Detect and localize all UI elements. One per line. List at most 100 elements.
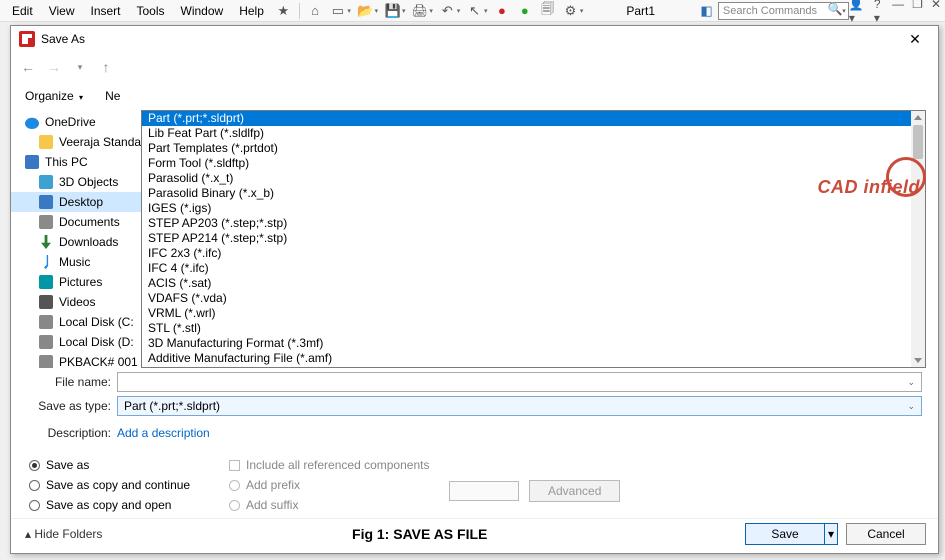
disk-icon: [39, 315, 53, 329]
radio-save-copy-continue[interactable]: Save as copy and continue: [29, 478, 229, 492]
menu-help[interactable]: Help: [231, 2, 272, 20]
nav-back-button[interactable]: ←: [17, 56, 39, 78]
tree-node[interactable]: Local Disk (D:: [11, 332, 141, 352]
save-button[interactable]: Save: [745, 523, 825, 545]
nav-up-button[interactable]: ↑: [95, 56, 117, 78]
file-name-label: File name:: [29, 375, 117, 389]
nav-history-button[interactable]: ▾: [69, 56, 91, 78]
minimize-icon[interactable]: —: [892, 0, 904, 25]
dl-icon: [39, 235, 53, 249]
file-type-option[interactable]: Additive Manufacturing File (*.amf): [142, 351, 925, 366]
prefix-suffix-input: [449, 481, 519, 501]
radio-add-suffix: Add suffix: [229, 498, 298, 512]
file-type-option[interactable]: STL (*.stl): [142, 321, 925, 336]
add-description-link[interactable]: Add a description: [117, 426, 210, 440]
save-icon[interactable]: 💾: [384, 2, 401, 20]
options-icon[interactable]: ⚙: [562, 2, 579, 20]
file-type-option[interactable]: Lib Feat Part (*.sldlfp): [142, 126, 925, 141]
save-as-type-label: Save as type:: [29, 399, 117, 413]
tree-node[interactable]: Pictures: [11, 272, 141, 292]
tree-node[interactable]: Downloads: [11, 232, 141, 252]
file-type-option[interactable]: IGES (*.igs): [142, 201, 925, 216]
nav-bar: ← → ▾ ↑: [11, 52, 938, 82]
file-type-option[interactable]: Form Tool (*.sldftp): [142, 156, 925, 171]
star-icon[interactable]: ★: [275, 2, 292, 20]
file-type-option[interactable]: ACIS (*.sat): [142, 276, 925, 291]
file-type-option[interactable]: IFC 2x3 (*.ifc): [142, 246, 925, 261]
undo-icon[interactable]: ↶: [439, 2, 456, 20]
description-label: Description:: [29, 426, 117, 440]
hide-folders-toggle[interactable]: ▴ Hide Folders: [25, 527, 102, 541]
help-icon[interactable]: ?▾: [874, 0, 884, 25]
traffic-red-icon[interactable]: ●: [494, 2, 511, 20]
file-type-option[interactable]: VDAFS (*.vda): [142, 291, 925, 306]
tree-label: Local Disk (C:: [59, 315, 134, 329]
tree-label: Videos: [59, 295, 95, 309]
tree-node[interactable]: 3D Objects: [11, 172, 141, 192]
file-type-option[interactable]: Parasolid (*.x_t): [142, 171, 925, 186]
file-type-option[interactable]: Parasolid Binary (*.x_b): [142, 186, 925, 201]
restore-icon[interactable]: ❐: [912, 0, 923, 25]
organize-button[interactable]: Organize ▾: [19, 87, 89, 105]
desktop-icon: [39, 195, 53, 209]
check-include-refs: Include all referenced components: [229, 458, 449, 472]
save-button-dropdown[interactable]: ▾: [824, 523, 838, 545]
tree-label: Downloads: [59, 235, 118, 249]
music-icon: [39, 255, 53, 269]
tree-node[interactable]: Music: [11, 252, 141, 272]
cancel-button[interactable]: Cancel: [846, 523, 926, 545]
tree-node[interactable]: Local Disk (C:: [11, 312, 141, 332]
tree-node[interactable]: Desktop: [11, 192, 141, 212]
file-type-option[interactable]: VRML (*.wrl): [142, 306, 925, 321]
file-type-option[interactable]: Part (*.prt;*.sldprt): [142, 111, 925, 126]
menu-insert[interactable]: Insert: [82, 2, 128, 20]
rebuild-icon[interactable]: 🗐: [539, 2, 556, 20]
radio-save-copy-open[interactable]: Save as copy and open: [29, 498, 229, 512]
dropdown-scrollbar[interactable]: [911, 111, 925, 367]
folder-tree[interactable]: OneDrive Veeraja StandaThis PC 3D Objects D…: [11, 110, 141, 368]
tree-label: 3D Objects: [59, 175, 118, 189]
app-menubar: Edit View Insert Tools Window Help ★ ⌂ ▭…: [0, 0, 945, 22]
new-folder-button[interactable]: Ne: [99, 87, 126, 105]
tree-node[interactable]: PKBACK# 001: [11, 352, 141, 368]
menu-view[interactable]: View: [41, 2, 83, 20]
disk-icon: [39, 355, 53, 368]
dialog-close-button[interactable]: ✕: [900, 31, 930, 48]
figure-caption: Fig 1: SAVE AS FILE: [102, 526, 737, 542]
file-type-option[interactable]: 3D Manufacturing Format (*.3mf): [142, 336, 925, 351]
tree-node[interactable]: This PC: [11, 152, 141, 172]
advanced-button: Advanced: [529, 480, 620, 502]
menu-tools[interactable]: Tools: [129, 2, 173, 20]
open-icon[interactable]: 📂: [357, 2, 374, 20]
menu-edit[interactable]: Edit: [4, 2, 41, 20]
new-doc-icon[interactable]: ▭: [329, 2, 346, 20]
print-icon[interactable]: 🖨: [412, 2, 429, 20]
file-type-option[interactable]: STEP AP214 (*.step;*.stp): [142, 231, 925, 246]
tree-node[interactable]: Veeraja Standa: [11, 132, 141, 152]
file-type-option[interactable]: Part Templates (*.prtdot): [142, 141, 925, 156]
menu-window[interactable]: Window: [173, 2, 232, 20]
doc-icon: [39, 215, 53, 229]
radio-save-as[interactable]: Save as: [29, 458, 229, 472]
save-as-type-combo[interactable]: Part (*.prt;*.sldprt) ⌄: [117, 396, 922, 416]
tree-label: Pictures: [59, 275, 102, 289]
nav-forward-button[interactable]: →: [43, 56, 65, 78]
tree-label: OneDrive: [45, 115, 96, 129]
tree-node[interactable]: Documents: [11, 212, 141, 232]
explorer-toolbar: Organize ▾ Ne: [11, 82, 938, 110]
traffic-green-icon[interactable]: ●: [516, 2, 533, 20]
user-icon[interactable]: 👤▾: [849, 0, 866, 25]
select-icon[interactable]: ↖: [466, 2, 483, 20]
tree-node[interactable]: Videos: [11, 292, 141, 312]
tree-node[interactable]: OneDrive: [11, 112, 141, 132]
scroll-thumb[interactable]: [913, 125, 923, 159]
file-type-dropdown-list[interactable]: Part (*.prt;*.sldprt)Lib Feat Part (*.sl…: [141, 110, 926, 368]
file-name-input[interactable]: ⌄: [117, 372, 922, 392]
folder-icon: [39, 135, 53, 149]
save-as-type-value: Part (*.prt;*.sldprt): [124, 399, 220, 413]
file-type-option[interactable]: IFC 4 (*.ifc): [142, 261, 925, 276]
file-type-option[interactable]: eDrawings (*.eprt): [142, 366, 925, 368]
file-type-option[interactable]: STEP AP203 (*.step;*.stp): [142, 216, 925, 231]
home-icon[interactable]: ⌂: [307, 2, 324, 20]
close-app-icon[interactable]: ✕: [931, 0, 941, 25]
